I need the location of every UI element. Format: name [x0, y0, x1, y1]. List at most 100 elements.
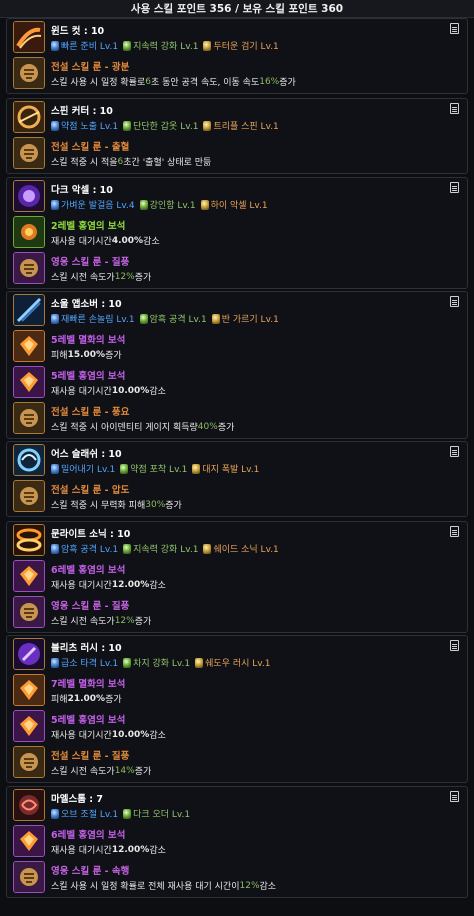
detail-title: 영웅 스킬 룬 - 속행 [51, 866, 130, 877]
tripod-gem-icon [51, 313, 59, 324]
tripod-label: 밀어내기 Lv.1 [61, 465, 116, 475]
skill-name: 소울 앱소버 : 10 [51, 299, 122, 310]
gem-row: 2레벨 홍염의 보석 재사용 대기시간 4.00% 감소 [7, 214, 467, 250]
tripod-label: 가벼운 발걸음 Lv.4 [61, 201, 135, 211]
document-icon[interactable] [450, 23, 459, 34]
tripod-gem-icon [123, 543, 132, 554]
desc-value: 12% [114, 271, 135, 282]
desc-text: 초 동안 공격 속도, 이동 속도 [150, 78, 260, 88]
wind-cut-icon [13, 21, 45, 53]
detail-description: 재사용 대기시간 12.00% 감소 [51, 578, 166, 592]
desc-text: 감소 [259, 882, 277, 892]
tripod-gem-icon [123, 120, 132, 131]
skill-panel: 다크 악셀 : 10 가벼운 발걸음 Lv.4 강인함 Lv.1 하이 악셀 Lv.1… [6, 177, 468, 289]
desc-value: 12% [239, 880, 260, 891]
document-icon[interactable] [450, 103, 459, 114]
detail-description: 스킬 적중 시 적을 6 초간 '출혈' 상태로 만듦 [51, 155, 211, 169]
detail-title: 영웅 스킬 룬 - 질풍 [51, 257, 130, 268]
tripod-gem-icon [51, 40, 59, 51]
tripod-blue[interactable]: 재빠른 손놀림 Lv.1 [51, 312, 135, 325]
tripod-list: 가벼운 발걸음 Lv.4 강인함 Lv.1 하이 악셀 Lv.1 [51, 198, 271, 211]
blaze-gem-icon [13, 825, 45, 857]
skill-panel: 스핀 커터 : 10 약점 노출 Lv.1 단단한 갑옷 Lv.1 트리플 스핀 Lv… [6, 98, 468, 174]
tripod-gem-icon [192, 463, 201, 474]
desc-value: 15.00% [67, 349, 106, 360]
desc-text: 스킬 시전 속도가 [51, 617, 115, 627]
tripod-green[interactable]: 암흑 공격 Lv.1 [139, 312, 207, 325]
tripod-label: 쉐도우 러시 Lv.1 [205, 659, 271, 669]
document-icon[interactable] [450, 182, 459, 193]
tripod-green[interactable]: 약점 포착 Lv.1 [120, 462, 187, 475]
desc-text: 재사용 대기시간 [51, 581, 112, 591]
desc-text: 증가 [105, 695, 122, 705]
desc-text: 재사용 대기시간 [51, 237, 112, 247]
skill-row[interactable]: 어스 슬래쉬 : 10 밀어내기 Lv.1 약점 포착 Lv.1 대지 폭발 Lv.1 [7, 442, 467, 478]
tripod-green[interactable]: 강인함 Lv.1 [139, 198, 196, 211]
blaze-gem-icon [13, 710, 45, 742]
detail-title: 2레벨 홍염의 보석 [51, 221, 126, 232]
tripod-gem-icon [51, 199, 59, 210]
tripod-label: 반 가르기 Lv.1 [221, 315, 279, 325]
blitz-rush-icon [13, 638, 45, 670]
tripod-gem-icon [51, 657, 59, 668]
legendary-rune-icon [13, 402, 45, 434]
skill-row[interactable]: 마엘스톰 : 7 오브 조절 Lv.1 다크 오더 Lv.1 [7, 787, 467, 823]
tripod-label: 암흑 공격 Lv.1 [149, 315, 207, 325]
desc-text: 감소 [143, 237, 160, 247]
tripod-label: 급소 타격 Lv.1 [61, 659, 119, 669]
skill-points-header: 사용 스킬 포인트 356 / 보유 스킬 포인트 360 [0, 0, 474, 18]
skill-row[interactable]: 문라이트 소닉 : 10 암흑 공격 Lv.1 지속력 강화 Lv.1 쉐이드 소닉 … [7, 522, 467, 558]
legendary-rune-icon [13, 57, 45, 89]
document-icon[interactable] [450, 446, 459, 457]
tripod-gem-icon [203, 543, 212, 554]
tripod-label: 재빠른 손놀림 Lv.1 [61, 315, 135, 325]
tripod-green[interactable]: 지속력 강화 Lv.1 [123, 39, 198, 52]
skill-panel: 어스 슬래쉬 : 10 밀어내기 Lv.1 약점 포착 Lv.1 대지 폭발 Lv.1… [6, 441, 468, 517]
skill-row[interactable]: 다크 악셀 : 10 가벼운 발걸음 Lv.4 강인함 Lv.1 하이 악셀 Lv.1 [7, 178, 467, 214]
tripod-orange[interactable]: 쉐도우 러시 Lv.1 [195, 656, 271, 669]
tripod-green[interactable]: 다크 오더 Lv.1 [123, 807, 190, 820]
tripod-orange[interactable]: 두터운 검기 Lv.1 [203, 39, 279, 52]
tripod-blue[interactable]: 오브 조절 Lv.1 [51, 807, 118, 820]
desc-text: 증가 [105, 351, 122, 361]
document-icon[interactable] [450, 791, 459, 802]
tripod-blue[interactable]: 빠른 준비 Lv.1 [51, 39, 118, 52]
skill-row[interactable]: 소울 앱소버 : 10 재빠른 손놀림 Lv.1 암흑 공격 Lv.1 반 가르기 L… [7, 292, 467, 328]
tripod-orange[interactable]: 쉐이드 소닉 Lv.1 [203, 542, 279, 555]
skill-panel: 윈드 컷 : 10 빠른 준비 Lv.1 지속력 강화 Lv.1 두터운 검기 Lv.… [6, 18, 468, 94]
tripod-blue[interactable]: 밀어내기 Lv.1 [51, 462, 115, 475]
tripod-green[interactable]: 단단한 갑옷 Lv.1 [123, 119, 198, 132]
epic-rune-icon [13, 252, 45, 284]
desc-text: 감소 [149, 731, 166, 741]
tripod-label: 지속력 강화 Lv.1 [133, 545, 199, 555]
tripod-orange[interactable]: 반 가르기 Lv.1 [211, 312, 279, 325]
tripod-green[interactable]: 차지 강화 Lv.1 [123, 656, 190, 669]
rune-row: 영웅 스킬 룬 - 속행 스킬 사용 시 일정 확률로 전체 재사용 대기 시간이… [7, 859, 467, 895]
skill-panel: 문라이트 소닉 : 10 암흑 공격 Lv.1 지속력 강화 Lv.1 쉐이드 소닉 … [6, 521, 468, 633]
tripod-blue[interactable]: 가벼운 발걸음 Lv.4 [51, 198, 135, 211]
tripod-orange[interactable]: 대지 폭발 Lv.1 [192, 462, 259, 475]
detail-description: 재사용 대기시간 12.00% 감소 [51, 843, 166, 857]
tripod-gem-icon [139, 313, 148, 324]
detail-title: 전설 스킬 룬 - 출혈 [51, 142, 130, 153]
tripod-label: 다크 오더 Lv.1 [133, 810, 191, 820]
skill-row[interactable]: 윈드 컷 : 10 빠른 준비 Lv.1 지속력 강화 Lv.1 두터운 검기 Lv.… [7, 19, 467, 55]
document-icon[interactable] [450, 296, 459, 307]
document-icon[interactable] [450, 640, 459, 651]
blaze-gem-icon [13, 366, 45, 398]
document-icon[interactable] [450, 526, 459, 537]
tripod-green[interactable]: 지속력 강화 Lv.1 [123, 542, 198, 555]
desc-value: 30% [145, 499, 166, 510]
tripod-orange[interactable]: 하이 악셀 Lv.1 [200, 198, 268, 211]
skill-panel: 마엘스톰 : 7 오브 조절 Lv.1 다크 오더 Lv.1 6레벨 홍염의 보석 재사… [6, 786, 468, 898]
tripod-gem-icon [123, 808, 132, 819]
tripod-blue[interactable]: 암흑 공격 Lv.1 [51, 542, 118, 555]
tripod-blue[interactable]: 약점 노출 Lv.1 [51, 119, 118, 132]
tripod-orange[interactable]: 트리플 스핀 Lv.1 [203, 119, 279, 132]
skill-row[interactable]: 블리츠 러시 : 10 급소 타격 Lv.1 차지 강화 Lv.1 쉐도우 러시 Lv… [7, 636, 467, 672]
desc-text: 스킬 적중 시 아이덴티티 게이지 획득량 [51, 423, 198, 433]
tripod-label: 차지 강화 Lv.1 [133, 659, 191, 669]
tripod-gem-icon [200, 199, 209, 210]
tripod-blue[interactable]: 급소 타격 Lv.1 [51, 656, 118, 669]
skill-row[interactable]: 스핀 커터 : 10 약점 노출 Lv.1 단단한 갑옷 Lv.1 트리플 스핀 Lv… [7, 99, 467, 135]
